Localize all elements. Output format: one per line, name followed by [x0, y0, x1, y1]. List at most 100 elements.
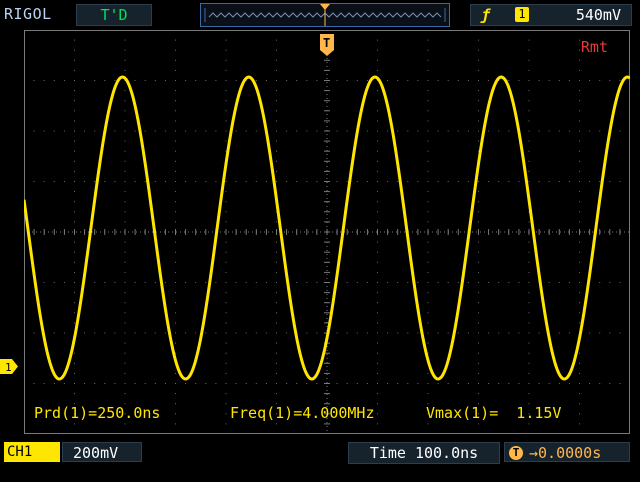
center-line-dot	[612, 231, 613, 233]
center-line-dot	[120, 231, 121, 233]
grid-dot	[276, 322, 277, 324]
grid-dot	[43, 282, 45, 283]
center-line-dot	[56, 231, 57, 233]
grid-dot	[235, 181, 237, 182]
grid-dot	[276, 292, 277, 294]
center-line-dot	[326, 394, 328, 395]
center-line-dot	[476, 231, 477, 233]
grid-dot	[276, 423, 277, 425]
center-line-dot	[604, 231, 605, 233]
grid-dot	[478, 120, 479, 122]
channel-1-scale[interactable]: 200mV	[62, 442, 142, 462]
grid-dot	[144, 130, 146, 132]
center-line-dot	[326, 206, 328, 207]
trigger-settings-box[interactable]: ƒ 1 540mV	[470, 4, 632, 26]
grid-dot	[154, 332, 156, 334]
trigger-offset[interactable]: T →0.0000s	[504, 442, 630, 462]
grid-dot	[457, 282, 459, 283]
grid-dot	[619, 80, 621, 81]
grid-dot	[518, 332, 520, 334]
grid-dot	[205, 130, 207, 132]
grid-dot	[53, 130, 55, 132]
grid-dot	[276, 271, 277, 273]
center-line-dot	[144, 231, 145, 233]
center-line-dot	[184, 231, 185, 233]
grid-dot	[124, 150, 126, 152]
grid-dot	[175, 393, 176, 395]
center-line-dot	[472, 231, 473, 233]
grid-dot	[579, 191, 580, 193]
grid-dot	[175, 100, 176, 102]
grid-dot	[265, 332, 267, 334]
trigger-status[interactable]: T'D	[76, 4, 152, 26]
grid-dot	[316, 80, 318, 81]
grid-dot	[124, 241, 126, 243]
grid-dot	[447, 282, 449, 283]
grid-dot	[366, 181, 368, 182]
grid-dot	[397, 332, 399, 334]
grid-dot	[245, 282, 247, 283]
center-line-dot	[116, 231, 117, 233]
grid-dot	[377, 322, 378, 324]
grid-dot	[437, 282, 439, 283]
grid-dot	[478, 372, 479, 374]
grid-dot	[276, 332, 277, 334]
grid-dot	[427, 181, 429, 182]
grid-dot	[225, 332, 227, 334]
grid-dot	[74, 39, 75, 41]
center-line-dot	[224, 231, 225, 233]
center-line-dot	[296, 231, 297, 233]
grid-dot	[377, 120, 378, 122]
grid-dot	[94, 130, 96, 132]
bottom-status-bar: CH1 200mV Time 100.0ns T →0.0000s	[0, 437, 640, 475]
waveform-display[interactable]: T Rmt Prd(1)=250.0ns Freq(1)=4.000MHz Vm…	[24, 30, 630, 434]
channel-1-marker-icon[interactable]: 1	[0, 359, 18, 374]
center-line-dot	[326, 306, 328, 307]
grid-dot	[175, 282, 176, 283]
grid-dot	[558, 130, 560, 132]
grid-dot	[377, 39, 378, 41]
grid-dot	[84, 383, 86, 384]
grid-dot	[478, 49, 479, 51]
center-line-dot	[326, 422, 328, 423]
grid-dot	[377, 393, 378, 395]
grid-dot	[225, 181, 227, 182]
grid-dot	[43, 130, 45, 132]
center-line-dot	[326, 374, 328, 375]
grid-dot	[316, 383, 318, 384]
grid-dot	[114, 332, 116, 334]
grid-dot	[276, 39, 277, 41]
grid-dot	[427, 393, 429, 395]
grid-dot	[558, 383, 560, 384]
channel-1-label[interactable]: CH1	[4, 442, 60, 475]
center-line-dot	[326, 130, 328, 131]
grid-dot	[589, 130, 591, 132]
center-line-dot	[326, 238, 328, 239]
center-line-dot	[326, 202, 328, 203]
grid-dot	[74, 150, 75, 152]
grid-dot	[225, 342, 227, 344]
grid-dot	[366, 383, 368, 384]
grid-dot	[427, 100, 429, 102]
grid-dot	[599, 332, 601, 334]
center-line-dot	[516, 231, 517, 233]
grid-dot	[276, 261, 277, 263]
grid-dot	[528, 110, 530, 112]
grid-dot	[104, 181, 106, 182]
timebase[interactable]: Time 100.0ns	[348, 442, 500, 464]
grid-dot	[427, 282, 429, 283]
memory-depth-bar[interactable]	[200, 3, 450, 27]
grid-dot	[478, 342, 479, 344]
grid-dot	[518, 80, 520, 81]
grid-dot	[144, 181, 146, 182]
center-line-dot	[308, 231, 309, 233]
grid-dot	[74, 160, 75, 162]
center-line-dot	[576, 231, 577, 233]
grid-dot	[437, 332, 439, 334]
grid-dot	[387, 332, 389, 334]
grid-dot	[488, 332, 490, 334]
center-line-dot	[556, 231, 557, 233]
grid-dot	[276, 302, 277, 304]
grid-dot	[377, 342, 378, 344]
grid-dot	[528, 69, 530, 71]
